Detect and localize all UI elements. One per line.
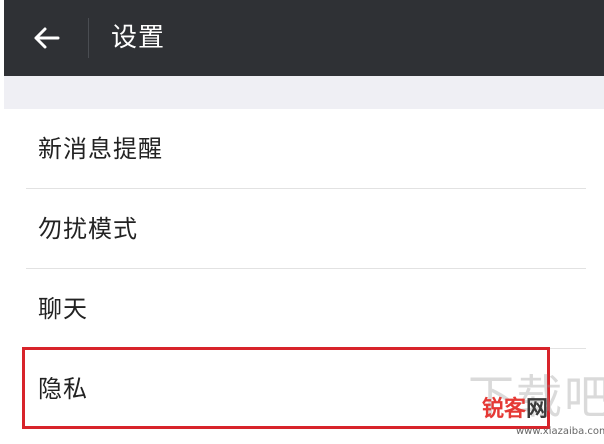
top-app-bar: 设置: [4, 0, 604, 76]
settings-item-chat[interactable]: 聊天: [4, 269, 604, 349]
settings-item-do-not-disturb[interactable]: 勿扰模式: [4, 189, 604, 269]
watermark-url: www.xiazaiba.com: [516, 426, 604, 437]
watermark-brand-part1: 锐客: [482, 397, 527, 422]
watermark-brand-part2: 网: [526, 397, 549, 422]
site-watermark: 下载吧 锐客网 www.xiazaiba.com: [468, 372, 604, 444]
settings-item-label: 勿扰模式: [38, 215, 138, 243]
settings-item-label: 隐私: [38, 375, 88, 403]
settings-item-new-message-notification[interactable]: 新消息提醒: [4, 109, 604, 189]
back-button[interactable]: [22, 18, 74, 58]
watermark-brand: 锐客网: [482, 396, 548, 424]
settings-item-label: 聊天: [38, 295, 88, 323]
header-divider: [88, 18, 89, 58]
settings-item-label: 新消息提醒: [38, 135, 163, 163]
page-title: 设置: [111, 23, 166, 53]
section-gap: [4, 76, 604, 109]
